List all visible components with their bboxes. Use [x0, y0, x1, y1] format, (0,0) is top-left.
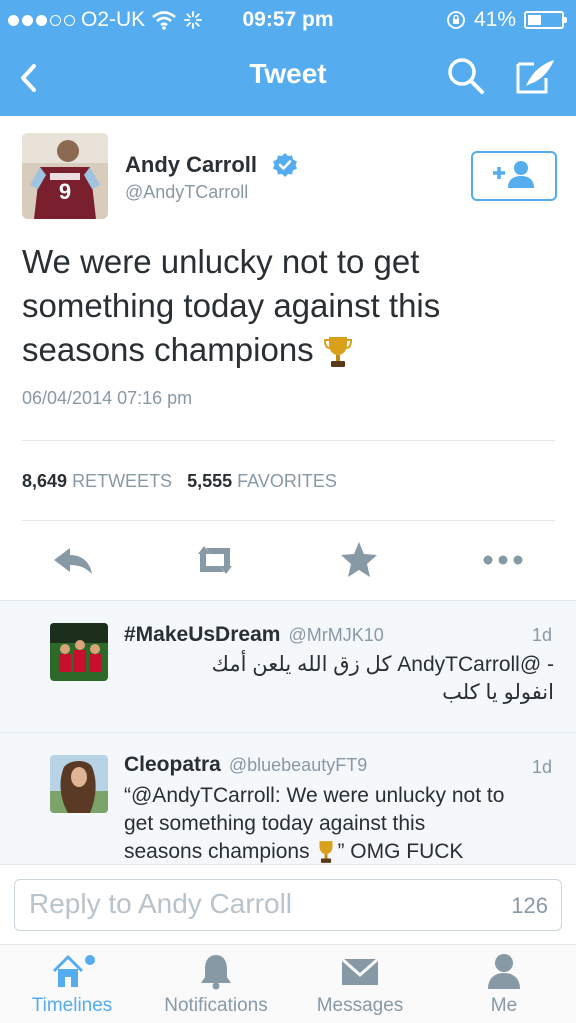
tweet-body: We were unlucky not to get something tod… [22, 243, 441, 368]
tweet-timestamp: 06/04/2014 07:16 pm [22, 388, 193, 408]
page-title: Tweet [249, 58, 327, 89]
tweet-stats: 8,649 RETWEETS 5,555 FAVORITES [22, 471, 337, 492]
reply-text: “@AndyTCarroll: We were unlucky not to g… [124, 782, 554, 864]
home-icon [52, 955, 95, 987]
status-bar: O2-UK 09:57 pm 41% [0, 0, 576, 38]
tab-label: Messages [316, 995, 404, 1016]
char-count: 126 [511, 893, 548, 918]
person-icon [488, 954, 520, 989]
bell-icon [201, 955, 231, 990]
reply-author-name[interactable]: #MakeUsDream [124, 623, 280, 646]
author-avatar[interactable]: 9 [22, 133, 108, 219]
verified-badge-icon [273, 153, 297, 177]
author-handle[interactable]: @AndyTCarroll [125, 182, 248, 203]
retweets-label[interactable]: RETWEETS [72, 471, 172, 491]
retweet-icon[interactable] [190, 538, 240, 582]
reply-time: 1d [531, 757, 552, 777]
favorites-count[interactable]: 5,555 [187, 471, 232, 491]
tab-messages[interactable]: Messages [288, 945, 432, 1023]
envelope-icon [341, 957, 379, 985]
tab-timelines[interactable]: Timelines [0, 945, 144, 1023]
reply-avatar[interactable] [50, 623, 108, 681]
replies-list: #MakeUsDream @MrMJK10 1d - @AndyTCarroll … [0, 600, 576, 864]
reply-bar: Reply to Andy Carroll 126 [0, 864, 576, 944]
author-name[interactable]: Andy Carroll [125, 152, 257, 178]
reply-avatar[interactable] [50, 755, 108, 813]
reply-author-name[interactable]: Cleopatra [124, 753, 221, 776]
reply-author[interactable]: Cleopatra @bluebeautyFT9 [124, 753, 367, 777]
add-user-icon [493, 161, 534, 188]
trophy-emoji-icon [323, 337, 352, 368]
reply-text-line: seasons champions ” OMG FUCK [124, 838, 554, 864]
tab-notifications[interactable]: Notifications [144, 945, 288, 1023]
reply-author-handle[interactable]: @MrMJK10 [288, 625, 383, 645]
reply-icon[interactable] [48, 538, 98, 582]
tab-bar: Timelines Notifications Messages Me [0, 944, 576, 1023]
reply-text-line: “@AndyTCarroll: We were unlucky not to [124, 784, 505, 807]
compose-icon[interactable] [514, 56, 556, 96]
reply-input[interactable]: Reply to Andy Carroll [14, 879, 562, 931]
tab-label: Timelines [31, 995, 113, 1016]
reply-author-handle[interactable]: @bluebeautyFT9 [229, 755, 367, 775]
battery-percent: 41% [473, 8, 516, 31]
favorites-label[interactable]: FAVORITES [237, 471, 337, 491]
reply-item[interactable]: Cleopatra @bluebeautyFT9 1d “@AndyTCarrol… [0, 733, 576, 864]
reply-text-line: get something today against this [124, 812, 426, 835]
reply-time: 1d [531, 625, 552, 645]
tab-me[interactable]: Me [432, 945, 576, 1023]
retweets-count[interactable]: 8,649 [22, 471, 67, 491]
reply-text-line: - @AndyTCarroll كل زق الله يلعن أمك [211, 653, 554, 676]
tab-label: Notifications [164, 995, 268, 1016]
divider [22, 520, 555, 521]
reply-text-line: انفولو يا كلب [442, 681, 554, 704]
reply-text: - @AndyTCarroll كل زق الله يلعن أمك انفو… [124, 651, 554, 707]
reply-item[interactable]: #MakeUsDream @MrMJK10 1d - @AndyTCarroll … [0, 601, 576, 733]
more-options-icon[interactable] [478, 538, 528, 582]
divider [22, 440, 555, 441]
battery-icon [524, 11, 567, 29]
favorite-star-icon[interactable] [334, 538, 384, 582]
tab-label: Me [490, 995, 518, 1016]
trophy-emoji-icon [319, 841, 333, 864]
svg-text:9: 9 [59, 179, 71, 204]
reply-author[interactable]: #MakeUsDream @MrMJK10 [124, 623, 384, 647]
follow-button[interactable] [471, 151, 557, 201]
tweet-text: We were unlucky not to get something tod… [22, 240, 552, 372]
orientation-lock-icon [447, 11, 465, 29]
nav-bar: Tweet [0, 38, 576, 116]
header: O2-UK 09:57 pm 41% Tweet [0, 0, 576, 116]
search-icon[interactable] [446, 56, 486, 96]
